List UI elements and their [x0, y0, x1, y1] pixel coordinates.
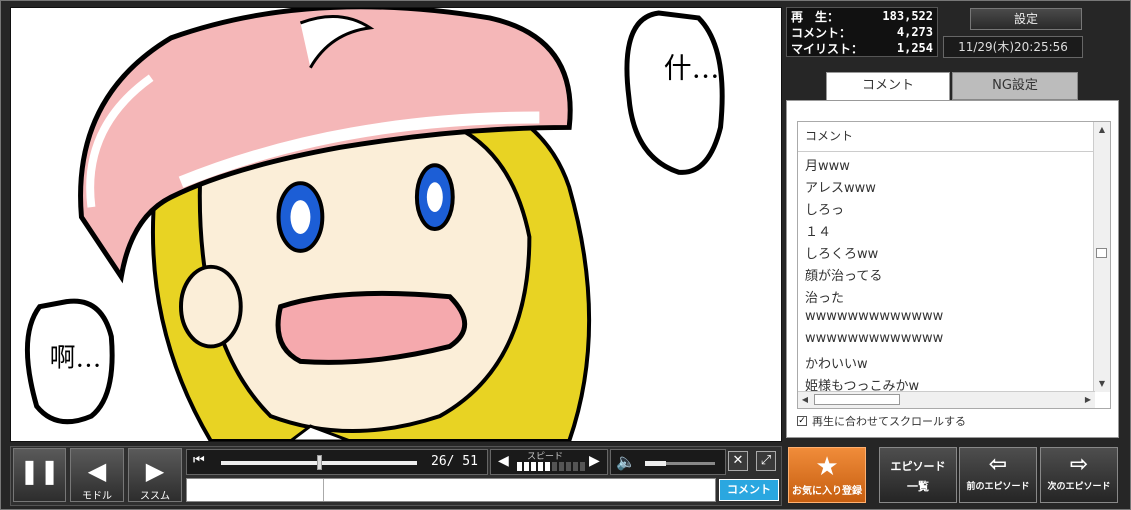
episode-list-label-1: エピソード — [890, 460, 946, 473]
star-icon: ★ — [815, 452, 839, 482]
list-item[interactable]: wwwwwwwwwwwww — [805, 309, 943, 324]
arrow-right-icon: ▶ — [145, 457, 165, 485]
favorite-label: お気に入り登録 — [792, 486, 862, 497]
speed-bar — [524, 462, 529, 471]
ear-shape — [179, 264, 243, 349]
speaker-icon[interactable]: 🔈 — [616, 452, 636, 471]
next-episode-icon: ⇨ — [1069, 452, 1089, 477]
next-episode-button[interactable]: ⇨ 次のエピソード — [1040, 447, 1118, 503]
mouth-shape — [275, 290, 467, 365]
comment-submit-button[interactable]: コメント — [719, 479, 779, 501]
seek-bar[interactable]: ⏮ 26/ 51 — [186, 449, 488, 475]
speed-bar — [517, 462, 522, 471]
vertical-scrollbar[interactable]: ▲ ▼ — [1093, 122, 1110, 392]
list-item[interactable]: １４ — [805, 221, 831, 240]
scroll-left-icon[interactable]: ◀ — [798, 392, 812, 408]
pause-icon: ❚❚ — [19, 457, 60, 485]
back-button[interactable]: ◀ モドル — [70, 448, 124, 502]
seek-knob[interactable] — [317, 455, 322, 470]
speed-up-icon[interactable]: ▶ — [589, 453, 600, 469]
comments-row: コメント： 4,273 — [787, 24, 937, 40]
sync-scroll-checkbox[interactable]: ✓ — [797, 416, 807, 426]
speech-text-right: 什… — [664, 52, 720, 85]
mylist-count: 1,254 — [896, 41, 933, 55]
speed-bar — [566, 462, 571, 471]
mylist-row: マイリスト： 1,254 — [787, 40, 937, 56]
list-item[interactable]: アレスwww — [805, 177, 876, 196]
mylist-label: マイリスト： — [791, 41, 864, 56]
forward-label: ススム — [140, 491, 170, 502]
tab-ng-settings[interactable]: NG設定 — [952, 72, 1078, 100]
list-item[interactable]: しろくろww — [805, 243, 878, 262]
arrow-left-icon: ◀ — [87, 457, 107, 485]
list-item[interactable]: 治った — [805, 287, 844, 306]
speed-bar — [531, 462, 536, 471]
list-item[interactable]: しろっ — [805, 199, 844, 218]
prev-episode-label: 前のエピソード — [966, 482, 1030, 492]
views-count: 183,522 — [882, 9, 933, 23]
list-item[interactable]: 月www — [805, 155, 850, 174]
comments-count: 4,273 — [896, 25, 933, 39]
episode-list-button[interactable]: エピソード 一覧 — [879, 447, 957, 503]
list-item[interactable]: wwwwwwwwwwwww — [805, 331, 943, 346]
speed-bar — [538, 462, 543, 471]
comment-list[interactable]: コメント 月www アレスwww しろっ １４ しろくろww 顔が治ってる 治っ… — [797, 121, 1111, 409]
sync-scroll-label: 再生に合わせてスクロールする — [812, 415, 966, 428]
fullscreen-icon[interactable]: ⤢ — [756, 451, 776, 471]
speed-bar — [580, 462, 585, 471]
forward-button[interactable]: ▶ ススム — [128, 448, 182, 502]
speed-bar — [552, 462, 557, 471]
scroll-thumb[interactable] — [1096, 248, 1107, 258]
speed-bar — [545, 462, 550, 471]
datetime-display: 11/29(木)20:25:56 — [943, 36, 1083, 58]
prev-episode-button[interactable]: ⇦ 前のエピソード — [959, 447, 1037, 503]
scroll-right-icon[interactable]: ▶ — [1081, 392, 1095, 408]
video-viewport[interactable]: 什… 啊… — [10, 7, 782, 442]
comment-input[interactable] — [186, 478, 716, 502]
volume-control[interactable]: 🔈 — [610, 449, 726, 475]
comments-label: コメント： — [791, 25, 852, 40]
speed-down-icon[interactable]: ◀ — [498, 453, 509, 469]
scroll-up-icon[interactable]: ▲ — [1094, 122, 1110, 138]
comment-list-header[interactable]: コメント — [798, 122, 1094, 152]
hscroll-thumb[interactable] — [814, 394, 900, 405]
input-divider — [323, 479, 324, 501]
horizontal-scrollbar[interactable]: ◀ ▶ — [798, 391, 1095, 408]
back-label: モドル — [82, 491, 112, 502]
manga-frame: 什… 啊… — [11, 8, 781, 441]
comment-panel: コメント 月www アレスwww しろっ １４ しろくろww 顔が治ってる 治っ… — [786, 100, 1119, 438]
speed-bar — [559, 462, 564, 471]
speed-level-bars — [517, 462, 585, 471]
speech-text-left: 啊… — [50, 343, 102, 373]
views-label: 再 生： — [791, 9, 840, 24]
scroll-down-icon[interactable]: ▼ — [1094, 376, 1110, 392]
settings-button[interactable]: 設定 — [970, 8, 1082, 30]
favorite-button[interactable]: ★ お気に入り登録 — [788, 447, 866, 503]
speed-label: スピード — [527, 452, 564, 462]
list-item[interactable]: 顔が治ってる — [805, 265, 882, 284]
views-row: 再 生： 183,522 — [787, 8, 937, 24]
comment-toggle-icon[interactable]: ✕ — [728, 451, 748, 471]
episode-list-label-2: 一覧 — [907, 480, 929, 493]
speed-control: ◀ スピード ▶ — [490, 449, 608, 475]
speed-bar — [573, 462, 578, 471]
prev-episode-icon: ⇦ — [988, 452, 1008, 477]
volume-level — [645, 461, 666, 466]
time-display: 26/ 51 — [431, 454, 478, 469]
sync-scroll-option[interactable]: ✓ 再生に合わせてスクロールする — [797, 413, 966, 429]
list-item[interactable]: かわいいw — [805, 353, 868, 372]
skip-start-icon[interactable]: ⏮ — [193, 453, 205, 468]
next-episode-label: 次のエピソード — [1047, 482, 1111, 492]
tab-comment[interactable]: コメント — [826, 72, 950, 100]
pause-button[interactable]: ❚❚ — [13, 448, 66, 502]
stats-panel: 再 生： 183,522 コメント： 4,273 マイリスト： 1,254 — [786, 7, 938, 57]
